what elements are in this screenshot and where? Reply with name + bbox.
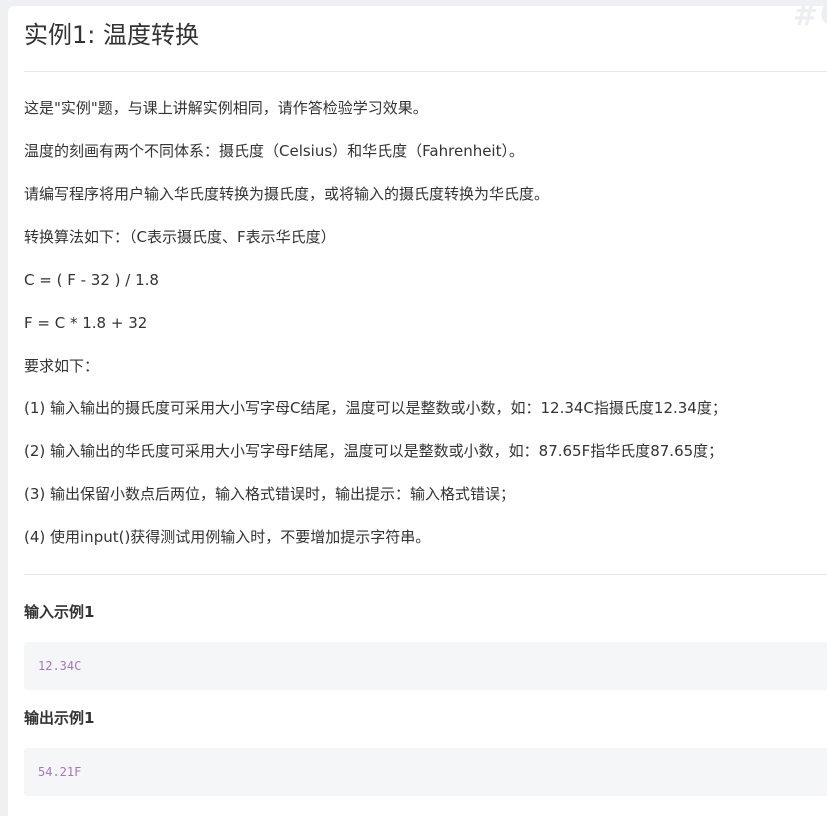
input-example-box: 12.34C: [24, 642, 827, 690]
formula-celsius: C = ( F - 32 ) / 1.8: [24, 271, 159, 289]
watermark: #C: [792, 6, 827, 33]
input-example-code: 12.34C: [38, 659, 82, 673]
requirements-heading: 要求如下：: [24, 357, 100, 375]
problem-paragraph: 温度的刻画有两个不同体系：摄氏度（Celsius）和华氏度（Fahrenheit…: [24, 142, 524, 160]
problem-card: #C 实例1: 温度转换 这是"实例"题，与课上讲解实例相同，请作答检验学习效果…: [8, 6, 827, 816]
title-divider: [24, 71, 827, 72]
output-example-code: 54.21F: [38, 765, 82, 779]
problem-paragraph: 这是"实例"题，与课上讲解实例相同，请作答检验学习效果。: [24, 99, 428, 117]
output-example-box: 54.21F: [24, 748, 827, 796]
requirement-item: (2) 输入输出的华氏度可采用大小写字母F结尾，温度可以是整数或小数，如：87.…: [24, 442, 724, 460]
output-example-title: 输出示例1: [24, 709, 95, 727]
problem-paragraph: 请编写程序将用户输入华氏度转换为摄氏度，或将输入的摄氏度转换为华氏度。: [24, 185, 550, 203]
formula-fahrenheit: F = C * 1.8 + 32: [24, 314, 148, 332]
problem-title: 实例1: 温度转换: [24, 21, 199, 49]
input-example-title: 输入示例1: [24, 603, 95, 621]
problem-paragraph: 转换算法如下：（C表示摄氏度、F表示华氏度）: [24, 228, 336, 246]
requirement-item: (4) 使用input()获得测试用例输入时，不要增加提示字符串。: [24, 528, 431, 546]
requirement-item: (1) 输入输出的摄氏度可采用大小写字母C结尾，温度可以是整数或小数，如：12.…: [24, 399, 727, 417]
requirement-item: (3) 输出保留小数点后两位，输入格式错误时，输出提示：输入格式错误；: [24, 485, 516, 503]
section-divider: [24, 574, 827, 575]
